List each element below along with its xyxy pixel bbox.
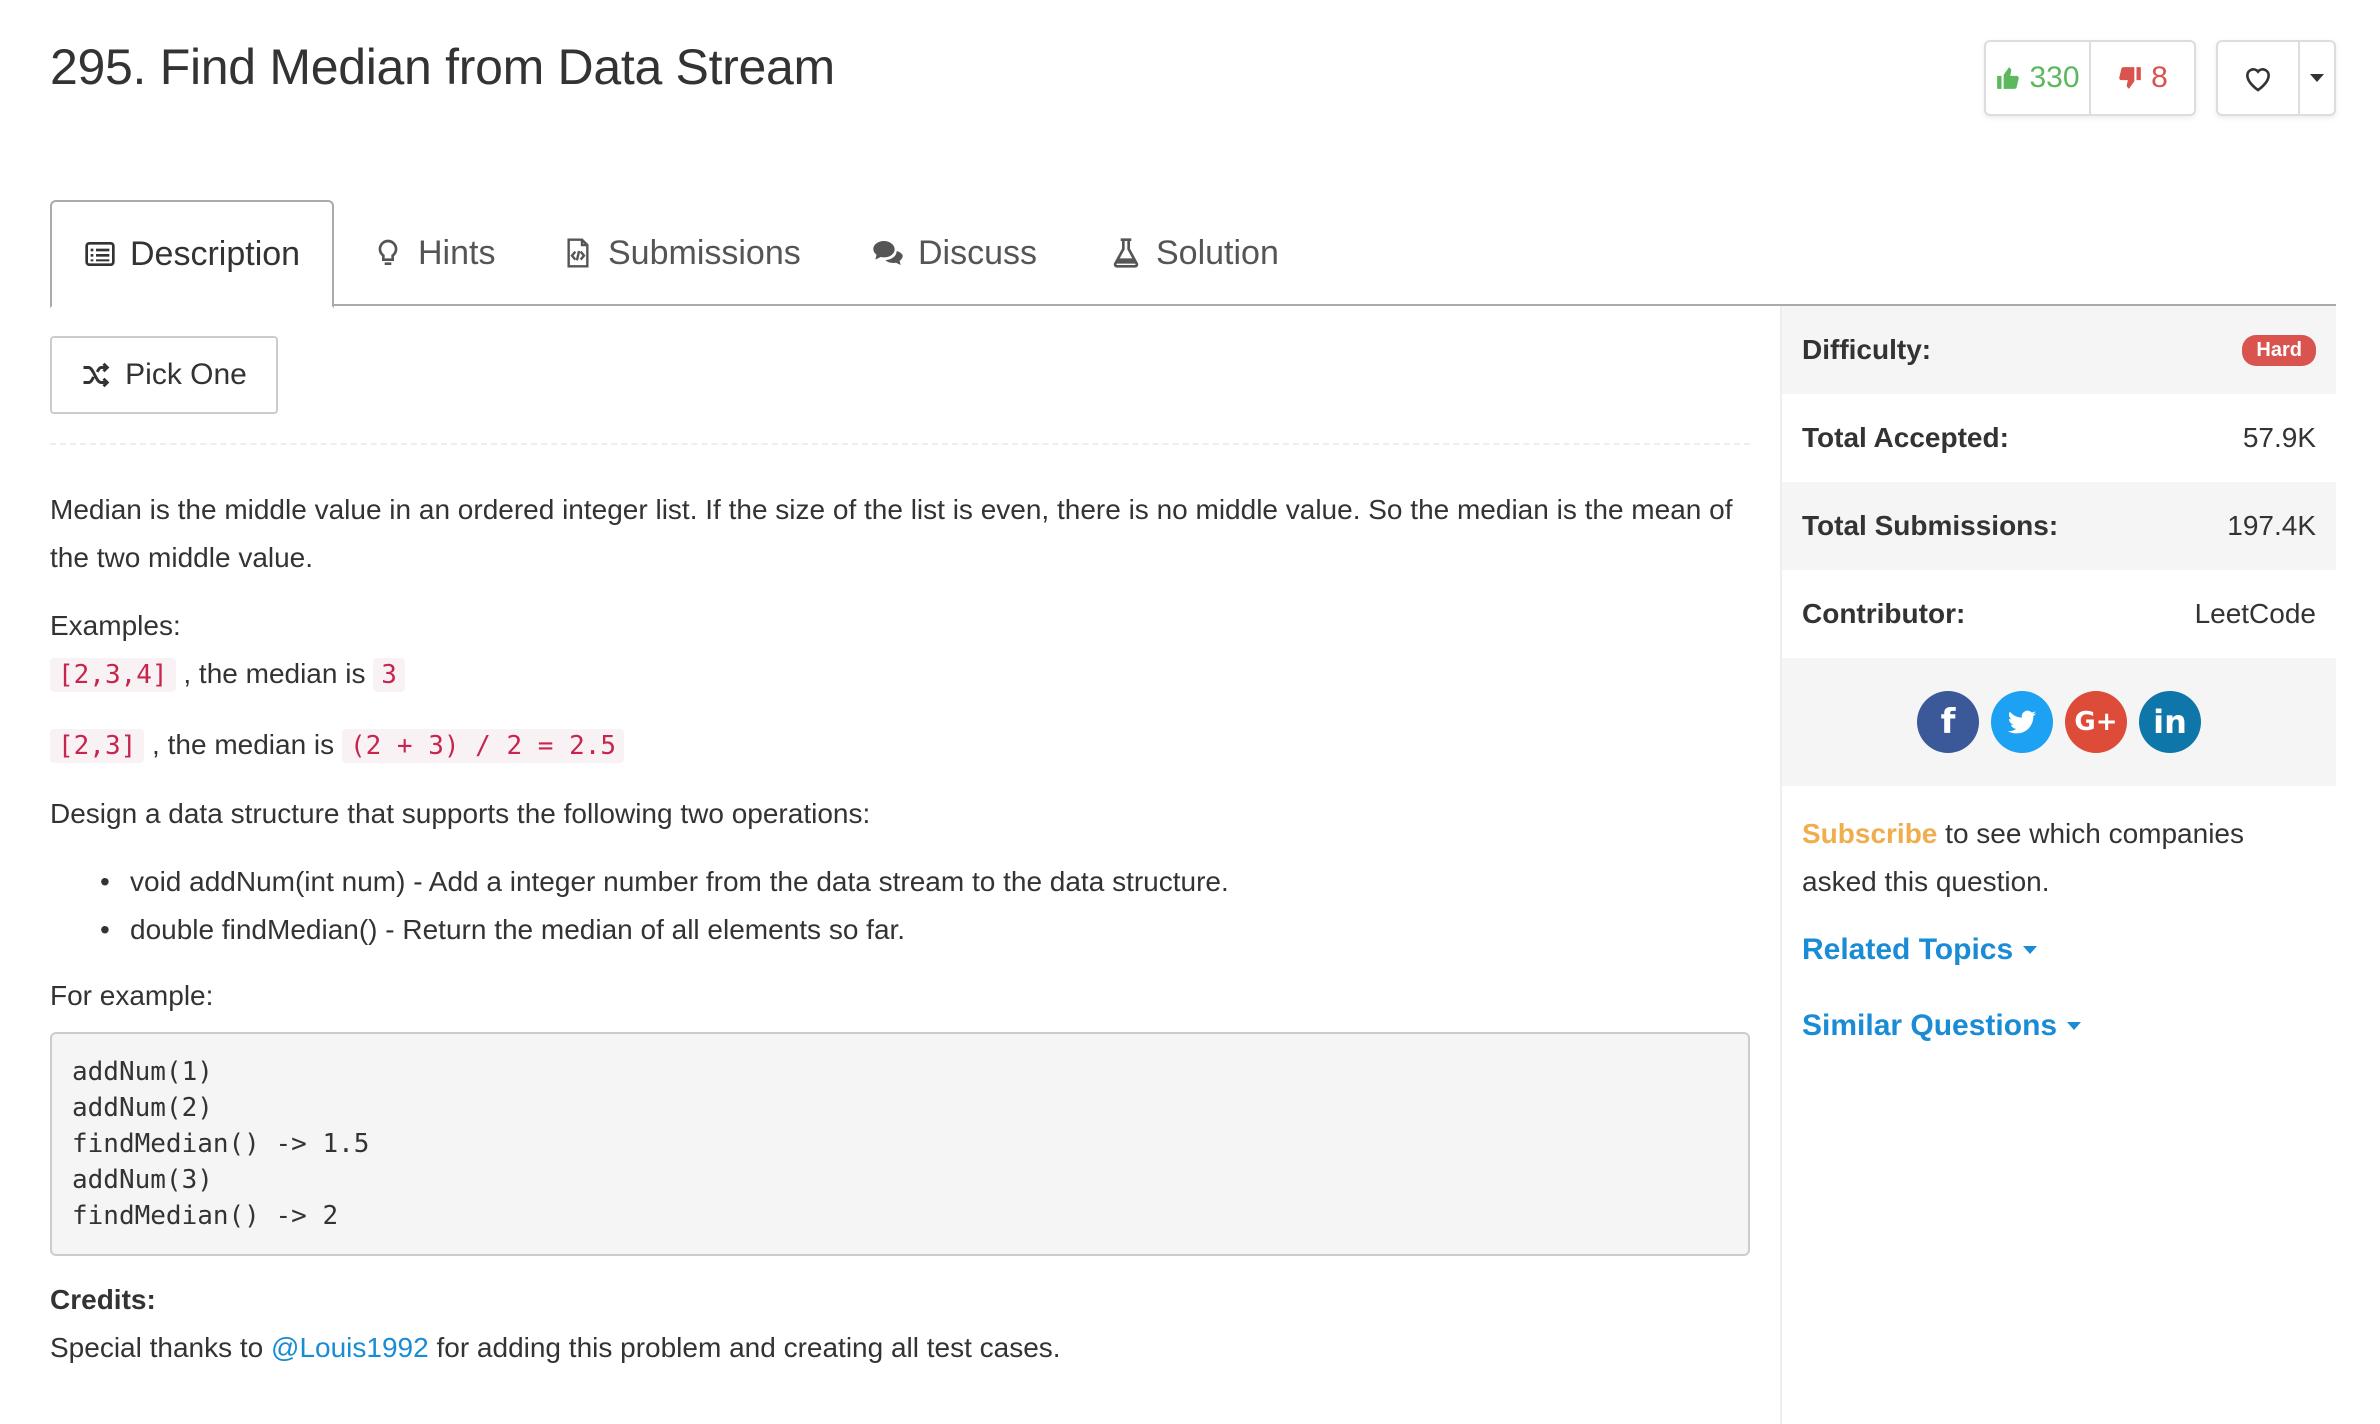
list-item: void addNum(int num) - Add a integer num… [100, 858, 1750, 906]
problem-sidebar: Difficulty: Hard Total Accepted: 57.9K T… [1782, 306, 2336, 1050]
submissions-label: Total Submissions: [1802, 510, 2059, 541]
related-topics-link[interactable]: Related Topics [1782, 926, 2336, 974]
contributor-value: LeetCode [2194, 598, 2316, 629]
for-example-label: For example: [50, 980, 214, 1011]
credits-prefix: Special thanks to [50, 1332, 272, 1363]
flask-icon [1113, 238, 1139, 268]
credits-user-link[interactable]: @Louis1992 [271, 1332, 429, 1363]
tab-hints[interactable]: Hints [372, 200, 495, 306]
tab-submissions[interactable]: Submissions [562, 200, 801, 306]
shuffle-icon [83, 362, 110, 388]
favorite-dropdown-button[interactable] [2298, 42, 2334, 114]
submissions-row: Total Submissions: 197.4K [1782, 482, 2336, 570]
example-2: [2,3] , the median is (2 + 3) / 2 = 2.5 [50, 721, 1750, 770]
upvote-count: 330 [2029, 61, 2080, 94]
operations-list: void addNum(int num) - Add a integer num… [50, 858, 1750, 954]
caret-down-icon [2067, 1022, 2082, 1030]
credits-suffix: for adding this problem and creating all… [428, 1332, 1061, 1363]
tab-label: Submissions [608, 233, 801, 272]
accepted-value: 57.9K [2242, 422, 2316, 453]
tab-discuss[interactable]: Discuss [872, 200, 1037, 306]
subscribe-text: Subscribe to see which companies asked t… [1782, 786, 2336, 906]
problem-tabs: Description Hints Submissions Discuss So… [50, 200, 2336, 308]
code-example: addNum(1) addNum(2) findMedian() -> 1.5 … [50, 1032, 1750, 1256]
credits-label: Credits: [50, 1284, 156, 1315]
caret-down-icon [2310, 74, 2324, 82]
examples-label: Examples: [50, 610, 181, 641]
intro-text: Median is the middle value in an ordered… [50, 494, 1733, 573]
upvote-button[interactable]: 330 [1986, 42, 2089, 114]
tab-description[interactable]: Description [50, 200, 335, 308]
code-file-icon [567, 238, 589, 268]
divider [50, 443, 1750, 445]
tab-label: Discuss [918, 233, 1038, 272]
lightbulb-icon [378, 239, 398, 265]
social-share: f G+ in [1782, 658, 2336, 786]
pick-one-button[interactable]: Pick One [50, 336, 278, 414]
tab-solution[interactable]: Solution [1110, 200, 1279, 306]
heart-icon [2245, 68, 2271, 92]
accepted-label: Total Accepted: [1802, 422, 2009, 453]
pick-one-label: Pick One [125, 358, 247, 391]
design-text: Design a data structure that supports th… [50, 798, 871, 829]
submissions-value: 197.4K [2227, 510, 2316, 541]
favorite-group [2216, 40, 2336, 116]
contributor-label: Contributor: [1802, 598, 1966, 629]
downvote-button[interactable]: 8 [2089, 42, 2194, 114]
problem-description: Median is the middle value in an ordered… [50, 486, 1750, 1392]
inline-code: [2,3,4] [50, 658, 176, 692]
vote-group: 330 8 [1984, 40, 2196, 116]
linkedin-icon[interactable]: in [2139, 691, 2201, 753]
caret-down-icon [2023, 946, 2038, 954]
example-text: , the median is [144, 729, 342, 760]
difficulty-label: Difficulty: [1802, 334, 1932, 365]
list-alt-icon [85, 242, 115, 266]
similar-questions-label: Similar Questions [1802, 1009, 2058, 1042]
credits-text: Special thanks to @Louis1992 for adding … [50, 1324, 1750, 1372]
tab-label: Description [130, 234, 301, 273]
subscribe-link[interactable]: Subscribe [1802, 818, 1937, 849]
favorite-button[interactable] [2218, 42, 2298, 114]
tab-label: Hints [418, 233, 496, 272]
problem-title: 295. Find Median from Data Stream [50, 39, 835, 95]
contributor-row: Contributor: LeetCode [1782, 570, 2336, 658]
difficulty-row: Difficulty: Hard [1782, 306, 2336, 394]
twitter-icon[interactable] [1991, 691, 2053, 753]
difficulty-badge: Hard [2242, 334, 2316, 366]
google-plus-icon[interactable]: G+ [2065, 691, 2127, 753]
list-item: double findMedian() - Return the median … [100, 906, 1750, 954]
inline-code: (2 + 3) / 2 = 2.5 [341, 729, 625, 763]
thumbs-down-icon [2119, 67, 2141, 89]
related-topics-label: Related Topics [1802, 933, 2014, 966]
tab-label: Solution [1156, 233, 1279, 272]
example-text: , the median is [175, 658, 374, 689]
example-1: [2,3,4] , the median is 3 [50, 650, 1750, 699]
inline-code: [2,3] [50, 729, 145, 763]
facebook-icon[interactable]: f [1917, 691, 1979, 753]
similar-questions-link[interactable]: Similar Questions [1782, 1002, 2336, 1050]
inline-code: 3 [373, 658, 405, 692]
accepted-row: Total Accepted: 57.9K [1782, 394, 2336, 482]
downvote-count: 8 [2151, 61, 2168, 94]
comments-icon [873, 241, 903, 265]
thumbs-up-icon [1997, 67, 2020, 89]
